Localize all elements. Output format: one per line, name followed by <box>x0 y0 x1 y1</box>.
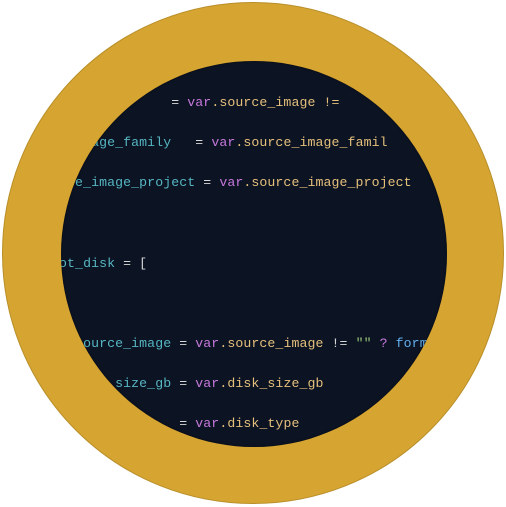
code-keyword: var <box>187 95 211 110</box>
code-token <box>91 95 163 110</box>
code-token: .disk_size_gb <box>219 376 323 391</box>
code-token: .disk_type <box>219 416 299 431</box>
code-token: = <box>163 95 187 110</box>
code-token: .source_image <box>219 336 323 351</box>
code-token: = <box>195 175 219 190</box>
code-token: = <box>171 376 195 391</box>
code-string: "" <box>356 336 372 351</box>
code-token: .source_image != <box>211 95 339 110</box>
code-keyword: var <box>219 175 243 190</box>
code-token: disk_type <box>61 416 147 431</box>
code-block: _image = var.source_image != rce_image_f… <box>61 73 447 447</box>
code-token: disk_size_gb <box>61 376 171 391</box>
code-token: = [ <box>115 256 147 271</box>
code-token <box>171 135 187 150</box>
code-token: source_image <box>61 336 171 351</box>
code-keyword: var <box>211 135 235 150</box>
code-token: != <box>324 336 356 351</box>
code-keyword: var <box>195 336 219 351</box>
code-token: = <box>187 135 211 150</box>
code-token: = <box>147 416 195 431</box>
code-token: boot_disk <box>61 256 115 271</box>
code-func: format <box>396 336 444 351</box>
code-token: _image <box>61 95 91 110</box>
code-viewport: _image = var.source_image != rce_image_f… <box>61 61 447 447</box>
code-keyword: var <box>195 376 219 391</box>
code-token: .source_image_project <box>243 175 411 190</box>
code-token: = <box>171 336 195 351</box>
code-token: ource_image_project <box>61 175 195 190</box>
code-token: ? <box>372 336 396 351</box>
decorative-ring: _image = var.source_image != rce_image_f… <box>2 2 504 504</box>
code-token: { <box>61 296 67 311</box>
code-keyword: var <box>195 416 219 431</box>
code-token: (" <box>444 336 447 351</box>
code-token: .source_image_famil <box>235 135 387 150</box>
code-token: rce_image_family <box>61 135 171 150</box>
